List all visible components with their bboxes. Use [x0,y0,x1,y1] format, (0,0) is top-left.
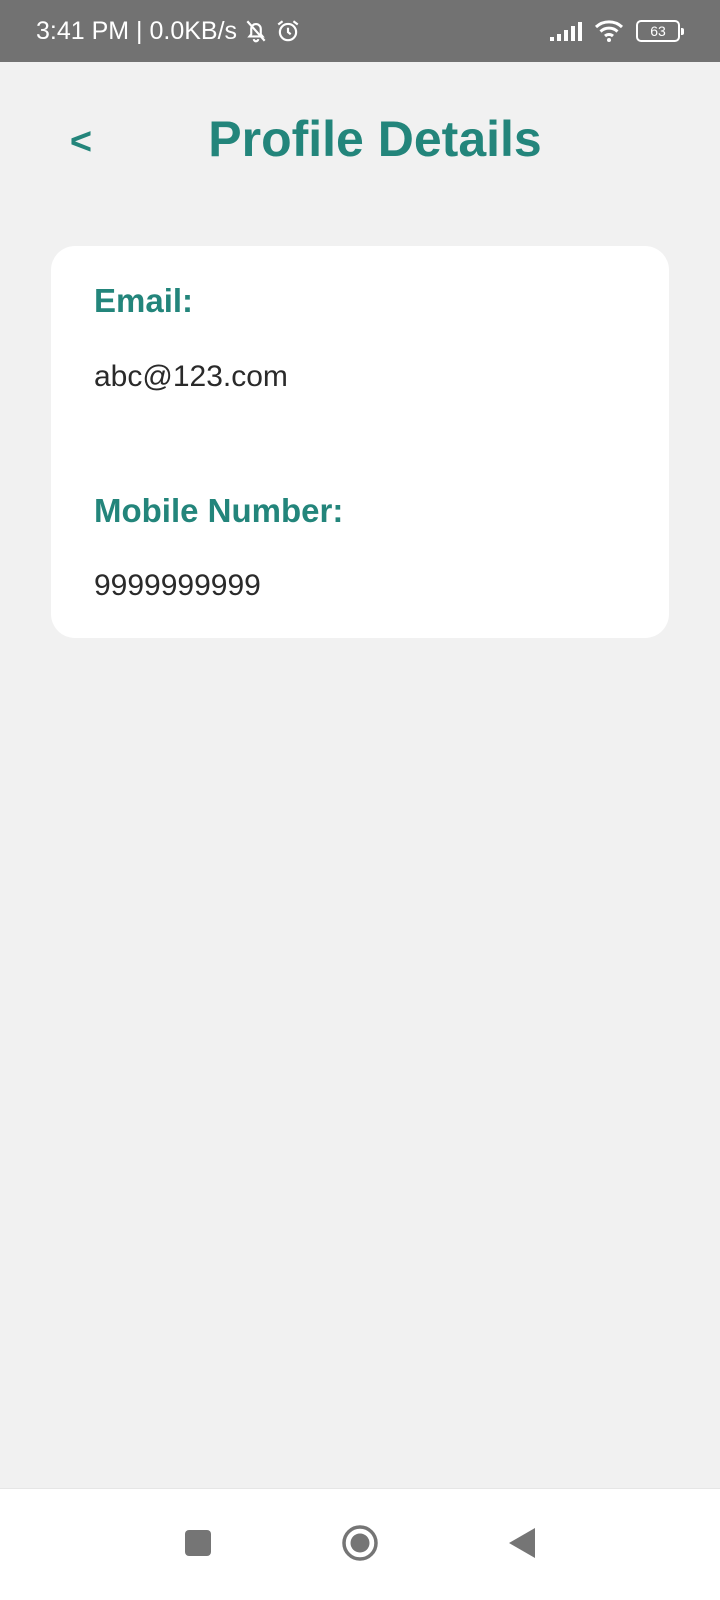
alarm-icon [275,18,301,44]
page-title: Profile Details [208,111,542,167]
mobile-number-value: 9999999999 [94,569,261,602]
status-time: 3:41 PM | 0.0KB/s [36,16,238,45]
profile-card: Email: abc@123.com Mobile Number: 999999… [51,246,669,638]
back-icon [507,1526,537,1565]
wifi-icon [594,19,624,43]
battery-level: 63 [650,23,666,39]
status-right: 63 [550,19,684,43]
mobile-number-label: Mobile Number: [94,492,344,529]
signal-icon [550,21,582,41]
status-bar: 3:41 PM | 0.0KB/s 63 [0,0,720,62]
status-left: 3:41 PM | 0.0KB/s [36,17,301,46]
email-value: abc@123.com [94,360,288,393]
navigation-bar [0,1488,720,1600]
recents-icon [183,1528,213,1563]
email-label: Email: [94,282,194,319]
home-button[interactable] [334,1519,386,1571]
home-icon [340,1523,380,1568]
recents-button[interactable] [172,1519,224,1571]
battery-icon: 63 [636,20,684,42]
nav-back-button[interactable] [496,1519,548,1571]
header: < Profile Details [0,62,720,222]
muted-bell-icon [243,18,269,44]
